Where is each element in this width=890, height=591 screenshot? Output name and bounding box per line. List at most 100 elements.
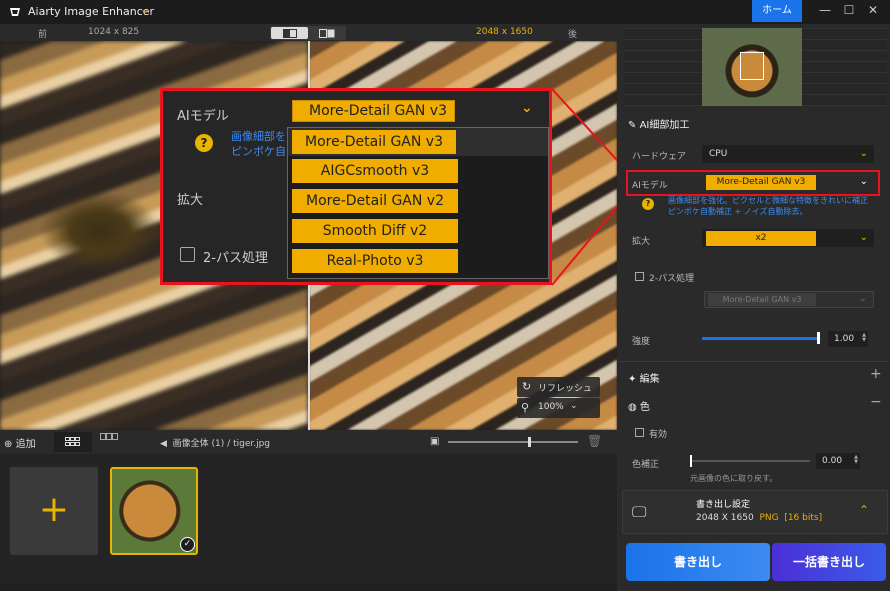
help-icon[interactable]: ? [642,198,654,210]
breadcrumb: ◀ 画像全体 (1) / tiger.jpg [160,436,270,449]
color-correction-hint: 元画像の色に取り戻す。 [690,474,778,483]
strength-value: 1.00 [834,334,855,344]
strip-view-button[interactable] [100,433,118,444]
strength-label: 強度 [632,337,651,347]
ai-model-option[interactable]: Real-Photo v3 [292,249,458,273]
color-enable-label: 有効 [649,430,668,440]
zoom-control[interactable]: ⚲ 100% ⌄ [517,398,600,418]
ai-model-option[interactable]: More-Detail GAN v2 [292,189,458,213]
expand-icon[interactable]: + [870,366,882,382]
zoom-value: 100% [538,402,564,412]
before-label: 前 [38,30,48,40]
zoom-icon: ⚲ [521,401,530,414]
after-resolution: 2048 x 1650 [476,27,533,37]
monitor-settings-icon: 🖵 [632,503,647,521]
chevron-down-icon: ⌄ [858,293,867,304]
maximize-icon[interactable]: ☐ [838,3,860,17]
back-arrow-icon[interactable]: ◀ [160,439,167,449]
color-correction-value: 0.00 [822,456,843,466]
color-correction-slider-handle[interactable] [690,455,692,467]
refresh-icon: ↻ [522,380,532,393]
chevron-down-icon[interactable]: ⌄ [521,100,533,116]
twopass-label: 2-パス処理 [649,274,694,284]
export-settings-title: 書き出し設定 [696,500,751,510]
before-resolution: 1024 x 825 [88,27,140,37]
export-settings[interactable]: 🖵 書き出し設定 2048 X 1650 PNG [16 bits] ⌃ [622,490,888,534]
chevron-down-icon: ⌄ [859,176,868,187]
palette-icon: ◍ [628,402,637,413]
spinner-icon[interactable]: ▲ ▼ [854,455,858,465]
export-bits: [16 bits] [784,513,823,523]
close-icon[interactable]: ✕ [862,3,884,17]
edit-section-header[interactable]: ✦ 編集 [628,370,660,385]
ai-model-dropdown: More-Detail GAN v3 AIGCsmooth v3 More-De… [287,127,549,279]
strength-input[interactable]: 1.00 ▲ ▼ [828,331,868,347]
ai-model-description: 画像細部を ピンボケ自 [231,130,286,158]
batch-export-button[interactable]: 一括書き出し [772,543,886,581]
magic-wand-icon: ✦ [628,374,637,385]
compare-view-toggle[interactable] [270,26,346,40]
refresh-button[interactable]: ↻ リフレッシュ [517,377,600,397]
scale-label: 拡大 [632,237,651,247]
chevron-down-icon: ⌄ [570,401,578,411]
add-image-button[interactable]: ⊕ 追加 [4,435,36,450]
scale-value[interactable]: x2 [706,231,816,246]
trash-icon[interactable]: 🗑 [587,434,602,448]
ai-detail-section-header: ✎ AI細部加工 [628,116,689,131]
hardware-value: CPU [709,149,728,159]
collapse-icon[interactable]: − [870,394,882,410]
edit-title: 編集 [639,374,660,385]
spinner-icon[interactable]: ▲ ▼ [862,333,866,343]
chevron-down-icon[interactable]: ⌄ [140,3,149,16]
color-correction-input[interactable]: 0.00 ▲ ▼ [816,453,860,469]
app-logo-icon [10,8,20,16]
scale-label: 拡大 [177,193,204,208]
expand-up-icon[interactable]: ⌃ [859,503,869,517]
image-icon: ▣ [430,436,440,447]
app-title: Aiarty Image Enhancer [28,5,155,18]
strength-slider-handle[interactable] [817,332,820,344]
hardware-select[interactable]: CPU ⌄ [702,145,874,163]
ai-model-description: 画像細部を強化。ピクセルと微細な特徴をきれいに補正 ピンボケ自動補正 + ノイズ自… [668,196,868,216]
home-button[interactable]: ホーム [752,0,802,22]
ai-model-label: AIモデル [177,109,229,124]
color-correction-label: 色補正 [632,460,660,470]
ai-detail-title: AI細部加工 [639,120,690,131]
after-label: 後 [568,30,578,40]
export-format: PNG [759,513,779,523]
ai-model-label: AIモデル [632,181,668,191]
color-section-header[interactable]: ◍ 色 [628,398,650,413]
minimize-icon[interactable]: — [814,3,836,17]
twopass-checkbox[interactable] [180,247,195,262]
ai-model-select[interactable]: More-Detail GAN v3 [292,100,455,122]
ai-model-option[interactable]: More-Detail GAN v3 [288,128,548,156]
add-label: 追加 [15,439,36,450]
add-image-tile[interactable]: + [10,467,98,555]
check-icon: ✓ [180,537,195,552]
ai-model-value[interactable]: More-Detail GAN v3 [706,175,816,190]
crumb-file: tiger.jpg [233,439,271,449]
ai-model-zoom-callout: AIモデル ? 画像細部を ピンボケ自 拡大 2-パス処理 More-Detail… [160,88,552,285]
strip-icon [100,433,118,440]
color-enable-checkbox[interactable] [635,428,644,437]
thumb-size-slider[interactable] [448,441,578,443]
divider [620,361,888,362]
help-icon[interactable]: ? [195,134,213,152]
ai-model-option[interactable]: AIGCsmooth v3 [292,159,458,183]
color-correction-slider[interactable] [690,460,810,462]
ai-model-option[interactable]: Smooth Diff v2 [292,219,458,243]
grid-view-button[interactable] [54,432,92,452]
export-resolution: 2048 X 1650 [696,513,754,523]
export-info: 2048 X 1650 PNG [16 bits] [696,513,822,523]
color-title: 色 [639,402,650,413]
twopass-model-value: More-Detail GAN v3 [708,293,816,306]
crumb-separator: / [227,439,231,449]
thumb-size-slider-handle[interactable] [528,437,531,447]
strength-slider[interactable] [702,337,818,340]
crumb-all[interactable]: 画像全体 (1) [173,439,225,449]
side-by-side-icon[interactable] [308,27,345,39]
export-button[interactable]: 書き出し [626,543,770,581]
navigator-viewport[interactable] [740,52,764,80]
twopass-checkbox[interactable] [635,272,644,281]
split-view-icon[interactable] [271,27,308,39]
